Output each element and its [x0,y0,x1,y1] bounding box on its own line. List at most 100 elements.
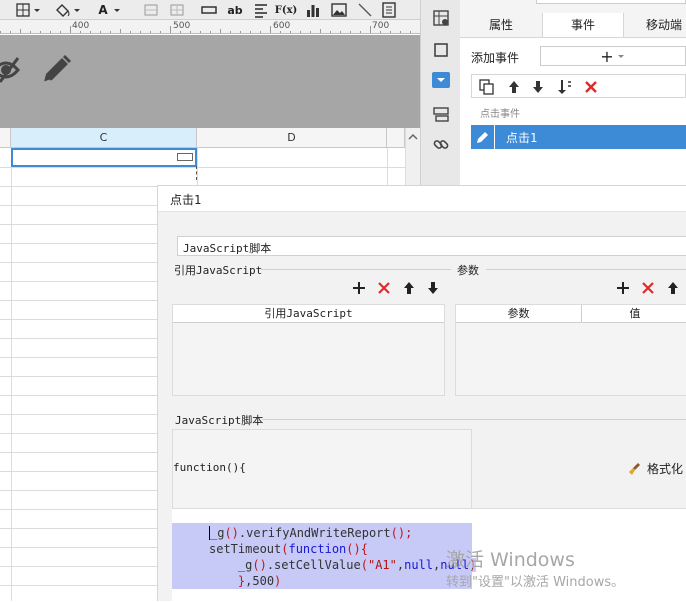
input-widget-button[interactable] [200,1,218,19]
page-break-line [196,166,197,180]
ruler-tick [310,31,311,33]
border-dropdown-button[interactable] [14,1,42,19]
arrow-up-icon[interactable] [505,78,523,96]
font-color-dropdown-button[interactable]: A [96,1,126,19]
activation-watermark-subtitle: 转到"设置"以激活 Windows。 [446,575,625,590]
ruler-tick [40,31,41,33]
widget-marker-icon [177,153,193,161]
delete-icon[interactable] [582,78,600,96]
broom-icon [629,462,640,475]
copy-icon[interactable] [478,78,496,96]
pencil-icon [476,132,488,143]
ruler-tick [350,31,351,33]
ref-js-column-header[interactable]: 引用JavaScript [173,305,444,323]
dropdown-triangle-icon [437,78,445,82]
scroll-up-icon[interactable] [406,130,420,144]
chevron-down-icon [113,9,120,12]
ruler-tick [70,26,71,33]
code-line-2: setTimeout(function(){ [209,541,368,557]
ruler-tick [390,31,391,33]
slash-button[interactable] [356,1,374,19]
ruler-tick [400,31,401,33]
code-line-1-text: _g().verifyAndWriteReport(); [209,526,413,540]
ref-js-down-icon[interactable] [425,280,441,296]
add-ref-js-icon[interactable] [351,280,367,296]
ref-js-table[interactable]: 引用JavaScript [172,304,445,396]
align-button[interactable] [252,1,270,19]
pencil-icon[interactable] [40,52,74,86]
merge-cell-button[interactable] [142,1,160,19]
hyperlink-button[interactable] [431,134,451,154]
border-icon [16,3,40,17]
edit-event-button[interactable] [471,125,495,149]
ruler-tick [90,31,91,33]
ruler-tick [150,31,151,33]
eye-hidden-icon[interactable] [0,50,26,90]
arrow-down-icon[interactable] [529,78,547,96]
ruler-tick [280,31,281,33]
ruler-tick [240,31,241,33]
formula-button[interactable]: F(x) [274,1,298,19]
ruler-tick [220,29,221,33]
event-type-value: JavaScript脚本 [183,242,272,255]
ref-js-up-icon[interactable] [401,280,417,296]
widget-canvas [0,35,420,128]
column-header-b[interactable] [0,128,11,148]
ruler-tick [130,31,131,33]
selected-cell-c1[interactable] [11,148,197,167]
label-widget-button[interactable]: ab [226,1,244,19]
tab-properties[interactable]: 属性 [460,13,542,37]
ruler-tick [0,31,1,33]
ruler-tick [120,29,121,33]
column-header-c[interactable]: C [11,128,197,148]
formula-label: F(x) [274,4,298,16]
ruler-tick [270,26,271,33]
move-to-bottom-icon[interactable] [555,78,573,96]
form-widget-button[interactable] [380,1,398,19]
ruler-tick [140,31,141,33]
template-settings-button[interactable] [431,8,451,28]
delete-param-icon[interactable] [640,280,656,296]
chevron-down-icon [617,55,624,58]
ruler-tick [80,31,81,33]
ruler-tick [60,31,61,33]
plus-icon: + [600,46,614,66]
fill-color-dropdown-button[interactable] [52,1,82,19]
format-button[interactable]: 格式化 [628,460,683,477]
add-event-label: 添加事件 [471,51,520,65]
activation-watermark-title: 激活 Windows [446,549,575,571]
column-header-e[interactable] [387,128,405,148]
event-item-click1[interactable]: 点击1 [471,125,686,149]
table-icon [170,4,184,16]
add-param-icon[interactable] [615,280,631,296]
split-cell-button[interactable] [168,1,186,19]
image-icon [331,3,347,17]
param-column-header[interactable]: 参数 [456,305,582,323]
ruler-tick [340,31,341,33]
dialog-title: 点击1 [170,193,202,207]
delete-ref-js-icon[interactable] [376,280,392,296]
ref-js-label: 引用JavaScript [174,264,263,277]
dropdown-widget-button[interactable] [432,72,450,88]
ruler-tick [230,31,231,33]
ruler-tick [250,31,251,33]
column-header-d[interactable]: D [197,128,387,148]
params-table[interactable]: 参数 值 [455,304,686,396]
script-divider [262,419,686,420]
border-tool-button[interactable] [431,40,451,60]
event-type-select[interactable]: JavaScript脚本 [177,236,686,256]
image-button[interactable] [330,1,348,19]
value-column-header[interactable]: 值 [582,305,686,323]
code-line-3: _g().setCellValue("A1",null,null) [209,557,477,573]
form-icon [382,2,396,18]
param-up-icon[interactable] [665,280,681,296]
event-section-label: 点击事件 [480,109,520,120]
event-item-label: 点击1 [506,131,538,145]
ruler-tick [380,31,381,33]
chart-button[interactable] [304,1,322,19]
events-tool-button[interactable] [431,104,451,124]
tab-mobile[interactable]: 移动端 [624,13,686,37]
link-icon [433,140,449,149]
add-event-dropdown[interactable]: + [540,46,686,66]
tab-events[interactable]: 事件 [542,13,624,37]
